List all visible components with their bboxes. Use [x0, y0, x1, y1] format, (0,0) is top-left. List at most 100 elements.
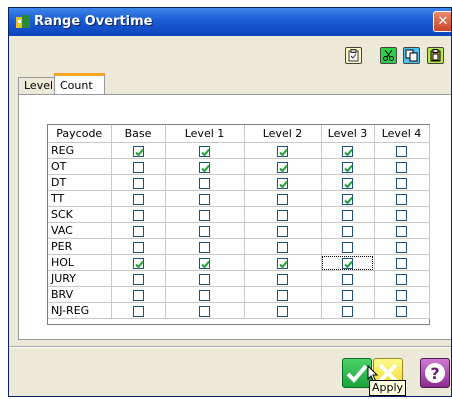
level-checkbox[interactable]	[132, 257, 144, 269]
level-checkbox[interactable]	[396, 257, 407, 269]
checkbox-cell	[244, 254, 322, 271]
level-checkbox[interactable]	[396, 193, 407, 205]
level-checkbox[interactable]	[132, 145, 144, 157]
paycode-cell: BRV	[48, 286, 112, 303]
checkmark-icon	[279, 180, 288, 188]
level-checkbox[interactable]	[277, 193, 288, 205]
level-checkbox[interactable]	[396, 273, 407, 285]
checkbox-cell	[244, 158, 322, 175]
paste-button[interactable]	[427, 47, 444, 64]
paycode-cell: NJ-REG	[48, 302, 112, 319]
check-icon	[346, 364, 368, 383]
checkbox-cell	[111, 158, 166, 175]
cut-button[interactable]	[380, 47, 397, 64]
checkbox-cell	[244, 206, 322, 223]
level-checkbox[interactable]	[132, 273, 144, 285]
level-checkbox[interactable]	[199, 209, 210, 221]
checkbox-cell	[111, 142, 166, 159]
checkmark-icon	[134, 260, 144, 268]
paycode-cell: REG	[48, 142, 112, 159]
paycode-table: Paycode Base Level 1 Level 2 Level 3 Level 4 …	[48, 125, 430, 319]
level-checkbox[interactable]	[396, 225, 407, 237]
level-checkbox[interactable]	[396, 209, 407, 221]
copy-button[interactable]	[403, 47, 420, 64]
level-checkbox[interactable]	[132, 177, 144, 189]
level-checkbox[interactable]	[396, 305, 407, 317]
checkmark-icon	[344, 164, 353, 172]
checkbox-cell	[165, 286, 245, 303]
clipboard-icon	[348, 49, 359, 62]
checkmark-icon	[279, 164, 288, 172]
level-checkbox[interactable]	[342, 289, 353, 301]
level-checkbox[interactable]	[132, 225, 144, 237]
level-checkbox[interactable]	[199, 161, 210, 173]
checkbox-cell	[244, 302, 322, 319]
level-checkbox[interactable]	[199, 193, 210, 205]
level-checkbox[interactable]	[396, 289, 407, 301]
level-checkbox[interactable]	[132, 289, 144, 301]
checkbox-cell	[165, 206, 245, 223]
level-checkbox[interactable]	[342, 305, 353, 317]
level-checkbox[interactable]	[199, 273, 210, 285]
table-row: BRV	[48, 286, 430, 303]
checkbox-cell	[321, 302, 375, 319]
level-checkbox[interactable]	[277, 273, 288, 285]
level-checkbox[interactable]	[342, 161, 353, 173]
checkbox-cell	[165, 302, 245, 319]
footer-divider	[9, 346, 451, 348]
table-row: HOL	[48, 254, 430, 271]
level-checkbox[interactable]	[132, 305, 144, 317]
help-button[interactable]: ?	[420, 358, 450, 388]
level-checkbox[interactable]	[277, 177, 288, 189]
close-button[interactable]: ✕	[433, 11, 451, 32]
checkbox-cell	[321, 270, 375, 287]
level-checkbox[interactable]	[277, 161, 288, 173]
paycode-cell: HOL	[48, 254, 112, 271]
level-checkbox[interactable]	[199, 289, 210, 301]
table-row: REG	[48, 142, 430, 159]
checkbox-cell	[244, 286, 322, 303]
checkbox-cell	[374, 286, 430, 303]
level-checkbox[interactable]	[277, 289, 288, 301]
checkbox-cell	[321, 174, 375, 191]
level-checkbox[interactable]	[132, 193, 144, 205]
checkmark-icon	[279, 148, 288, 156]
clipboard-button[interactable]	[345, 47, 362, 64]
level-checkbox[interactable]	[199, 305, 210, 317]
level-checkbox[interactable]	[277, 241, 288, 253]
checkbox-cell	[321, 206, 375, 223]
level-checkbox[interactable]	[342, 257, 353, 269]
checkbox-cell	[321, 286, 375, 303]
level-checkbox[interactable]	[396, 145, 407, 157]
level-checkbox[interactable]	[132, 209, 144, 221]
level-checkbox[interactable]	[396, 241, 407, 253]
level-checkbox[interactable]	[199, 257, 210, 269]
level-checkbox[interactable]	[277, 257, 288, 269]
level-checkbox[interactable]	[199, 241, 210, 253]
level-checkbox[interactable]	[277, 145, 288, 157]
level-checkbox[interactable]	[277, 305, 288, 317]
level-checkbox[interactable]	[342, 209, 353, 221]
level-checkbox[interactable]	[199, 225, 210, 237]
level-checkbox[interactable]	[342, 273, 353, 285]
level-checkbox[interactable]	[277, 209, 288, 221]
table-row: DT	[48, 174, 430, 191]
level-checkbox[interactable]	[342, 145, 353, 157]
level-checkbox[interactable]	[342, 177, 353, 189]
level-checkbox[interactable]	[342, 241, 353, 253]
title-bar[interactable]: Range Overtime ✕	[9, 8, 451, 36]
level-checkbox[interactable]	[342, 193, 353, 205]
level-checkbox[interactable]	[396, 161, 407, 173]
tab-level[interactable]: Level	[18, 77, 55, 95]
checkbox-cell	[165, 142, 245, 159]
level-checkbox[interactable]	[132, 161, 144, 173]
table-row: VAC	[48, 222, 430, 239]
tab-count[interactable]: Count	[54, 73, 105, 95]
level-checkbox[interactable]	[199, 177, 210, 189]
checkbox-cell	[165, 222, 245, 239]
level-checkbox[interactable]	[132, 241, 144, 253]
level-checkbox[interactable]	[342, 225, 353, 237]
level-checkbox[interactable]	[199, 145, 210, 157]
level-checkbox[interactable]	[396, 177, 407, 189]
level-checkbox[interactable]	[277, 225, 288, 237]
